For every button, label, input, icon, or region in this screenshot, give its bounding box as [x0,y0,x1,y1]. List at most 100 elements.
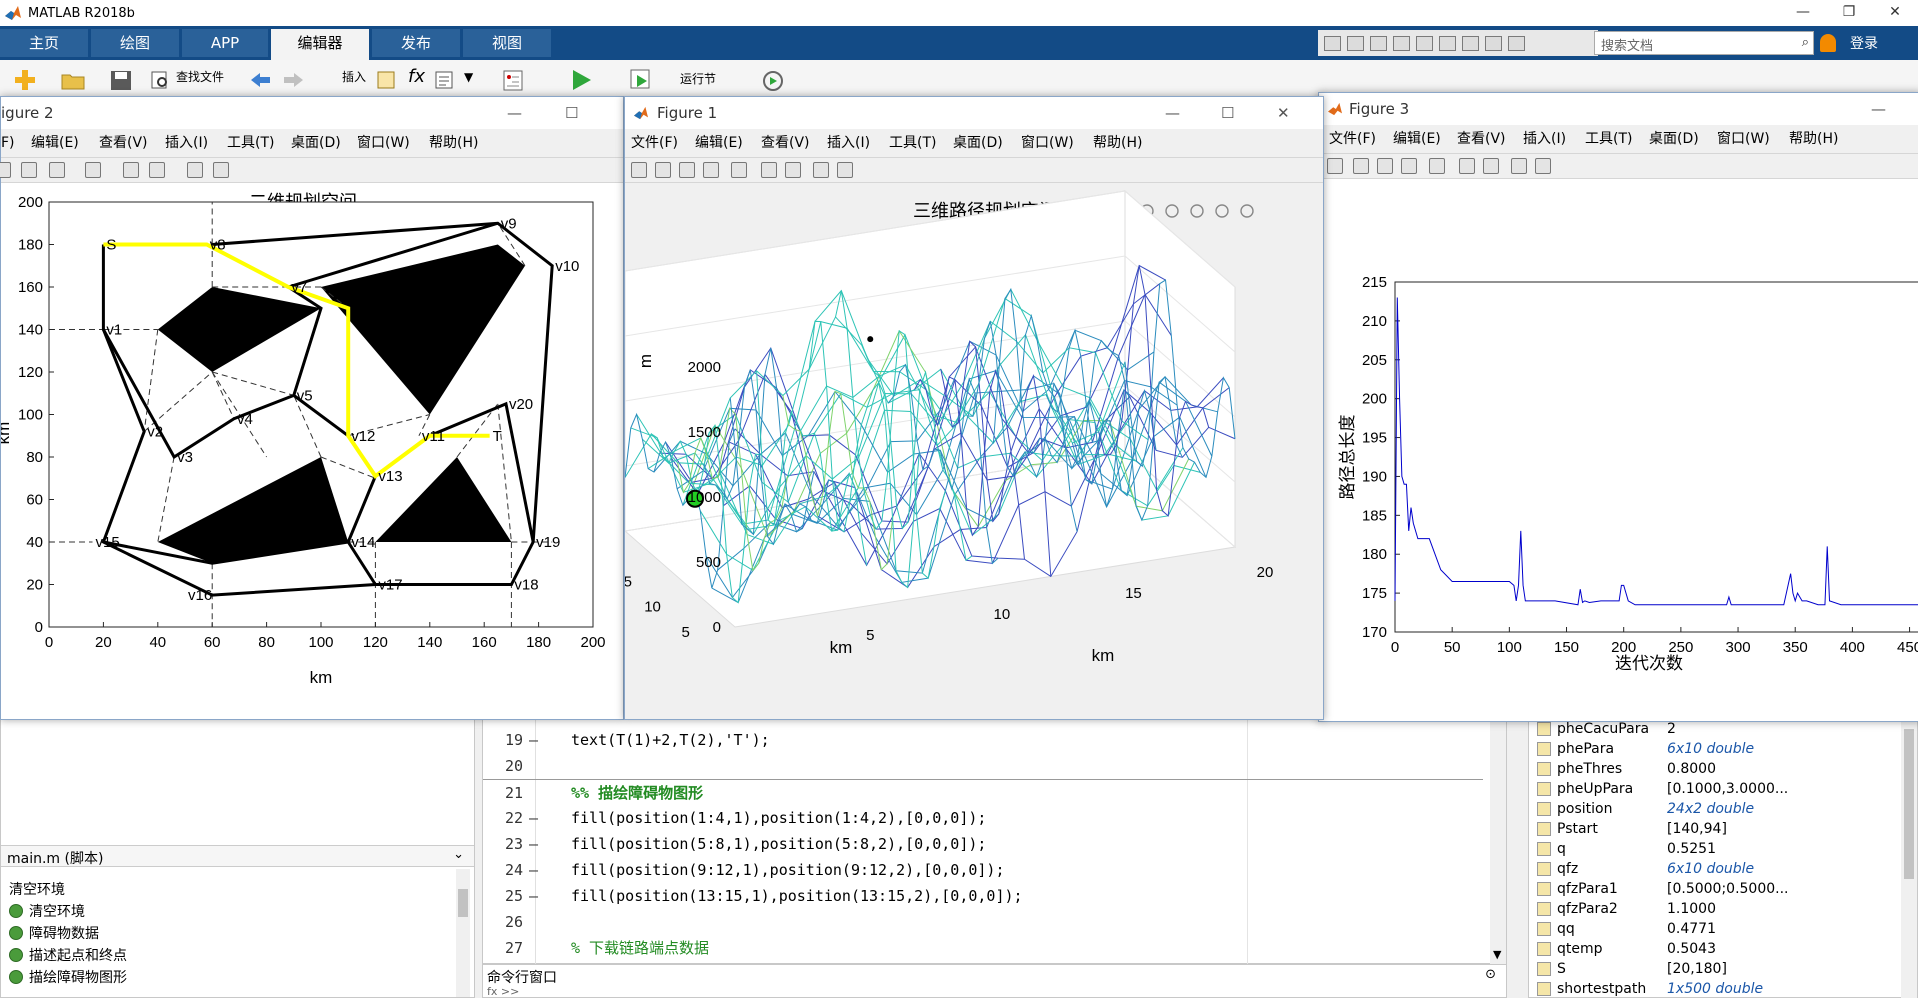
command-prompt[interactable]: fx >> [487,985,519,998]
save-file-icon[interactable] [108,68,134,92]
forward-arrow-icon[interactable] [280,68,306,92]
code-line[interactable]: 22 — fill(position(1:4,1),position(1:4,2),… [483,805,1483,831]
pointer-icon[interactable] [187,162,203,178]
zoom-in-icon[interactable] [1190,204,1204,218]
menu-insert[interactable]: 插入(I) [1523,125,1566,153]
undo-icon[interactable] [1416,35,1433,51]
breakpoints-icon[interactable] [500,68,526,92]
executable-marker[interactable]: — [529,805,538,831]
run-and-advance-icon[interactable] [628,68,654,92]
menu-edit[interactable]: 编辑(E) [31,129,79,157]
colorbar-icon[interactable] [761,162,777,178]
code-line[interactable]: 25 — fill(position(13:15,1),position(13:15… [483,883,1483,909]
fx-button[interactable]: fx [408,66,425,87]
figure-1-window[interactable]: Figure 1 — ☐ ✕ 文件(F) 编辑(E) 查看(V) 插入(I) 工… [586,96,1324,720]
scrollbar[interactable] [456,869,470,997]
switch-windows-icon[interactable] [1462,35,1479,51]
notification-icon[interactable] [1820,34,1836,52]
section-item[interactable]: 清空环境 [9,901,85,921]
link-icon[interactable] [731,162,747,178]
colorbar-icon[interactable] [1459,158,1475,174]
code-line[interactable]: 19 — text(T(1)+2,T(2),'T'); [483,727,1483,753]
workspace-variable-row[interactable]: qfzPara2 1.1000 [1529,899,1918,919]
dropdown-arrow-icon[interactable]: ▼ [464,70,473,84]
figure-1-titlebar[interactable]: Figure 1 — ☐ ✕ [625,97,1323,129]
minimize-button[interactable]: — [1780,0,1826,26]
workspace-variable-row[interactable]: position 24x2 double [1529,799,1918,819]
property-inspector-icon[interactable] [1535,158,1551,174]
save-icon[interactable] [21,162,37,178]
pointer-icon[interactable] [1511,158,1527,174]
tab-plots[interactable]: 绘图 [91,29,179,57]
new-file-icon[interactable] [12,68,38,92]
back-arrow-icon[interactable] [248,68,274,92]
section-item[interactable]: 描绘障碍物图形 [9,967,127,987]
minimize-button[interactable]: — [507,97,522,129]
print-icon[interactable] [49,162,65,178]
menu-edit[interactable]: 编辑(E) [695,129,743,157]
menu-desktop[interactable]: 桌面(D) [953,129,1003,157]
menu-view[interactable]: 查看(V) [1457,125,1506,153]
tab-view[interactable]: 视图 [463,29,551,57]
new-figure-icon[interactable] [1327,158,1343,174]
open-icon[interactable] [655,162,671,178]
run-icon[interactable] [568,68,594,92]
command-window-menu-icon[interactable]: ⊙ [1485,967,1496,982]
colorbar-icon[interactable] [123,162,139,178]
run-section-label[interactable]: 运行节 [680,70,716,87]
open-icon[interactable] [1353,158,1369,174]
workspace-variable-row[interactable]: qfzPara1 [0.5000;0.5000... [1529,879,1918,899]
menu-view[interactable]: 查看(V) [761,129,810,157]
cut-icon[interactable] [1347,35,1364,51]
code-line[interactable]: 21 %% 描绘障碍物图形 [483,779,1483,805]
figure-2-canvas[interactable]: 二维规划空间0204060801001201401601802000204060… [0,183,623,719]
workspace-variable-row[interactable]: shortestpath 1x500 double [1529,979,1918,998]
menu-file[interactable]: F) [1,129,15,157]
chevron-down-icon[interactable]: ⌄ [453,847,464,862]
close-button[interactable]: ✕ [1277,97,1290,129]
code-line[interactable]: 27 % 下载链路端点数据 [483,935,1483,961]
minimize-button[interactable]: — [1165,97,1180,129]
menu-file[interactable]: 文件(F) [1329,125,1376,153]
open-folder-icon[interactable] [60,68,86,92]
tab-apps[interactable]: APP [182,29,268,57]
link-icon[interactable] [85,162,101,178]
help-icon[interactable] [1485,35,1502,51]
indent-icon[interactable] [434,68,454,92]
menu-help[interactable]: 帮助(H) [1789,125,1838,153]
link-icon[interactable] [1429,158,1445,174]
search-input[interactable]: 搜索文档 ⌕ [1594,31,1814,55]
menu-tools[interactable]: 工具(T) [1585,125,1632,153]
section-item[interactable]: 障碍物数据 [9,923,99,943]
code-line[interactable]: 24 — fill(position(9:12,1),position(9:12,2… [483,857,1483,883]
editor-scrollbar[interactable]: ▼ [1490,717,1506,965]
save-icon[interactable] [1377,158,1393,174]
comment-icon[interactable] [376,68,396,92]
print-icon[interactable] [1401,158,1417,174]
restore-button[interactable]: ❐ [1826,0,1872,26]
copy-icon[interactable] [1370,35,1387,51]
property-inspector-icon[interactable] [837,162,853,178]
menu-edit[interactable]: 编辑(E) [1393,125,1441,153]
login-link[interactable]: 登录 [1850,33,1878,53]
close-button[interactable]: ✕ [1872,0,1918,26]
workspace-variable-row[interactable]: phePara 6x10 double [1529,739,1918,759]
open-icon[interactable] [0,162,11,178]
menu-desktop[interactable]: 桌面(D) [291,129,341,157]
legend-icon[interactable] [149,162,165,178]
workspace-variable-row[interactable]: q 0.5251 [1529,839,1918,859]
3d-planning-plot[interactable]: 三维路径规划空间050010001500200020151055101520mk… [586,183,1323,719]
executable-marker[interactable]: — [529,857,538,883]
run-and-time-icon[interactable] [760,68,786,92]
menu-tools[interactable]: 工具(T) [889,129,936,157]
menu-desktop[interactable]: 桌面(D) [1649,125,1699,153]
tab-publish[interactable]: 发布 [372,29,460,57]
home-icon[interactable] [1240,204,1254,218]
code-line[interactable]: 20 [483,753,1483,779]
maximize-button[interactable]: ☐ [565,97,578,129]
redo-icon[interactable] [1439,35,1456,51]
minimize-button[interactable]: — [1871,93,1886,125]
customize-icon[interactable] [1508,35,1525,51]
zoom-out-icon[interactable] [1215,204,1229,218]
figure-3-titlebar[interactable]: Figure 3 — [1319,93,1918,125]
